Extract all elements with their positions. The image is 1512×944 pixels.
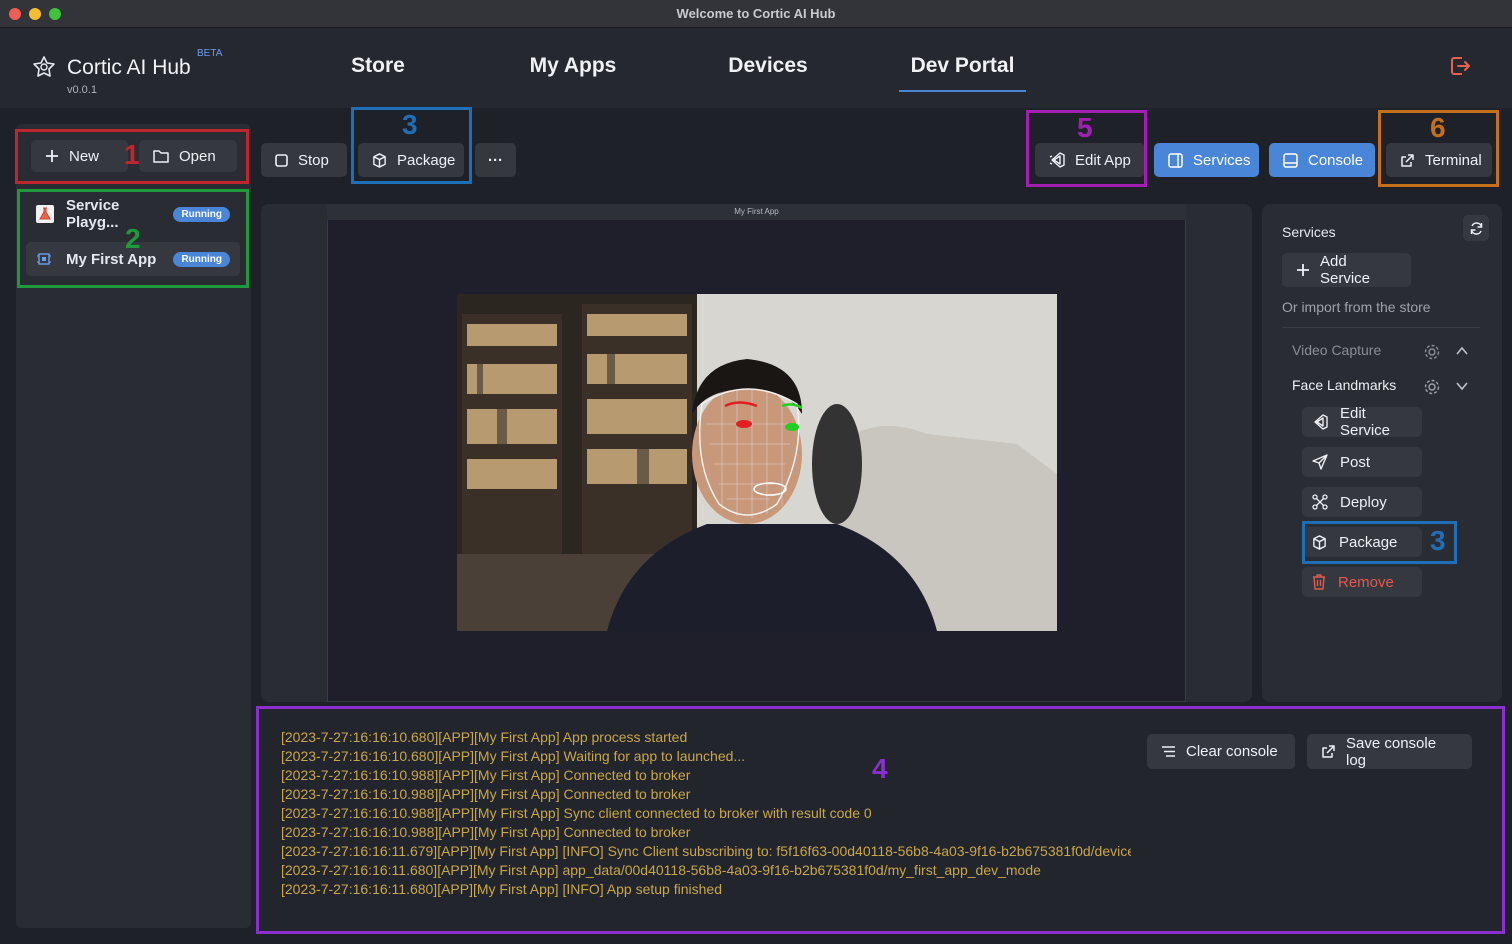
annotation-box-4 (256, 706, 1505, 934)
service-item-face-landmarks[interactable]: Face Landmarks (1292, 377, 1396, 393)
version-label: v0.0.1 (67, 84, 97, 96)
divider (1282, 327, 1480, 328)
annotation-number-2: 2 (125, 223, 141, 254)
window-title: Welcome to Cortic AI Hub (676, 6, 836, 21)
annotation-number-4: 4 (872, 753, 888, 784)
video-feed (457, 294, 1057, 631)
app-preview-title: My First App (327, 204, 1186, 220)
beta-label: BETA (197, 48, 223, 59)
console-toggle-button[interactable]: Console (1269, 143, 1375, 177)
chevron-down-icon[interactable] (1455, 379, 1469, 393)
services-toggle-button[interactable]: Services (1154, 143, 1259, 177)
annotation-number-1: 1 (124, 139, 140, 170)
add-service-label: Add Service (1320, 253, 1371, 287)
logout-icon[interactable] (1448, 54, 1472, 78)
annotation-number-5: 5 (1077, 112, 1093, 143)
gear-icon[interactable] (1423, 378, 1441, 396)
import-hint: Or import from the store (1282, 299, 1431, 315)
more-button[interactable]: ··· (475, 143, 516, 177)
edit-service-label: Edit Service (1340, 405, 1391, 439)
stop-icon (275, 153, 288, 167)
gear-icon[interactable] (1423, 343, 1441, 361)
deploy-icon (1312, 494, 1328, 510)
active-tab-indicator (899, 90, 1026, 92)
vscode-icon (1312, 414, 1328, 430)
console-toggle-label: Console (1308, 151, 1364, 169)
stop-button[interactable]: Stop (261, 143, 347, 177)
services-toggle-label: Services (1193, 151, 1251, 169)
stop-button-label: Stop (298, 151, 329, 169)
annotation-number-6: 6 (1430, 112, 1446, 143)
more-icon: ··· (488, 151, 503, 169)
annotation-number-3: 3 (402, 109, 418, 140)
services-title: Services (1282, 224, 1336, 240)
tab-devices[interactable]: Devices (712, 54, 824, 78)
tab-dev-portal[interactable]: Dev Portal (899, 54, 1026, 78)
send-icon (1312, 454, 1328, 470)
bottom-panel-icon (1283, 152, 1298, 168)
tab-my-apps[interactable]: My Apps (516, 54, 630, 78)
deploy-button[interactable]: Deploy (1302, 487, 1422, 517)
edit-service-button[interactable]: Edit Service (1302, 405, 1422, 439)
refresh-button[interactable] (1463, 215, 1489, 241)
chevron-up-icon[interactable] (1455, 344, 1469, 358)
remove-button[interactable]: Remove (1302, 567, 1422, 597)
annotation-number-3b: 3 (1430, 525, 1446, 556)
remove-label: Remove (1338, 573, 1394, 591)
trash-icon (1312, 574, 1326, 590)
post-label: Post (1340, 453, 1371, 471)
cortic-logo-icon (32, 55, 56, 79)
deploy-label: Deploy (1340, 493, 1387, 511)
sidebar-panel-icon (1168, 152, 1183, 168)
add-service-button[interactable]: Add Service (1282, 253, 1411, 287)
tab-store[interactable]: Store (336, 54, 420, 78)
refresh-icon (1469, 221, 1484, 236)
brand-name: Cortic AI Hub (67, 56, 191, 79)
post-button[interactable]: Post (1302, 447, 1422, 477)
plus-icon (1296, 263, 1310, 277)
service-item-video-capture[interactable]: Video Capture (1292, 342, 1381, 358)
